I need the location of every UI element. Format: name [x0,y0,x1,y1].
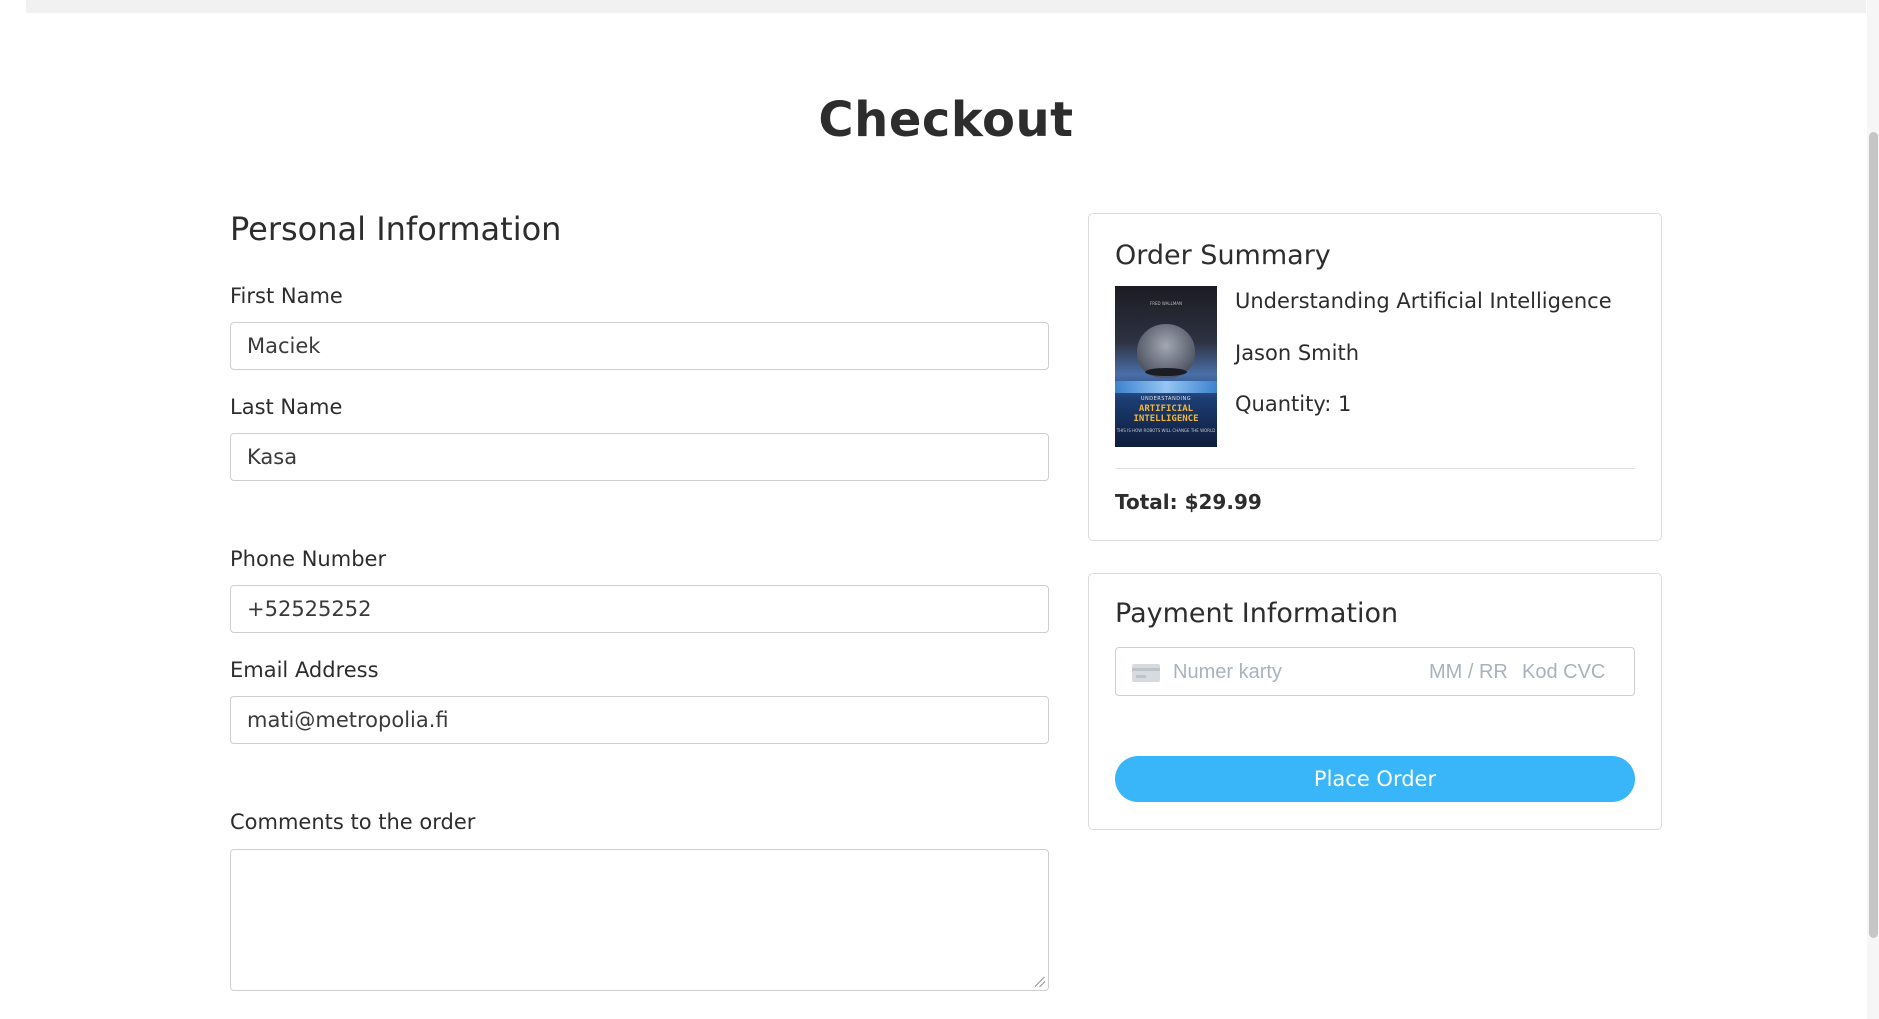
summary-divider [1115,468,1635,469]
cover-glow [1115,381,1217,393]
card-cvc-placeholder[interactable]: Kod CVC [1522,661,1605,684]
last-name-label: Last Name [230,395,343,419]
order-summary-heading: Order Summary [1115,240,1331,271]
last-name-input[interactable]: Kasa [230,433,1049,481]
book-cover-image: FRED WALLMAN UNDERSTANDING ARTIFICIAL IN… [1115,286,1217,447]
item-title: Understanding Artificial Intelligence [1235,289,1612,313]
phone-input[interactable]: +52525252 [230,585,1049,633]
cover-author: FRED WALLMAN [1149,301,1183,306]
order-summary-card: Order Summary FRED WALLMAN UNDERSTANDING… [1088,213,1662,541]
item-quantity: Quantity: 1 [1235,392,1352,416]
email-label: Email Address [230,658,379,682]
place-order-button[interactable]: Place Order [1115,756,1635,802]
credit-card-icon [1132,664,1160,682]
cover-kicker: UNDERSTANDING [1140,396,1192,402]
payment-heading: Payment Information [1115,598,1399,629]
page-scrollbar[interactable] [1867,0,1879,1019]
last-name-value: Kasa [247,445,298,469]
card-expiry-placeholder[interactable]: MM / RR [1429,661,1508,684]
page-title: Checkout [818,92,1074,148]
comments-label: Comments to the order [230,810,476,834]
card-number-placeholder[interactable]: Numer karty [1173,661,1282,684]
comments-textarea[interactable] [230,849,1049,991]
payment-card: Payment Information Numer karty MM / RR … [1088,573,1662,830]
email-value: mati@metropolia.fi [247,708,449,732]
first-name-label: First Name [230,284,343,308]
resize-grip-icon[interactable] [1035,977,1045,987]
cover-subtitle: THIS IS HOW ROBOTS WILL CHANGE THE WORLD [1116,428,1216,433]
cover-title: ARTIFICIAL INTELLIGENCE [1133,404,1199,424]
email-input[interactable]: mati@metropolia.fi [230,696,1049,744]
order-total: Total: $29.99 [1115,490,1262,514]
card-details-input[interactable]: Numer karty MM / RR Kod CVC [1115,647,1635,696]
first-name-input[interactable]: Maciek [230,322,1049,370]
phone-label: Phone Number [230,547,387,571]
personal-info-heading: Personal Information [230,210,562,248]
cover-mouth [1145,368,1187,376]
top-strip [26,0,1866,13]
item-author: Jason Smith [1235,341,1360,365]
scrollbar-thumb[interactable] [1869,132,1878,938]
first-name-value: Maciek [247,334,321,358]
phone-value: +52525252 [247,597,372,621]
